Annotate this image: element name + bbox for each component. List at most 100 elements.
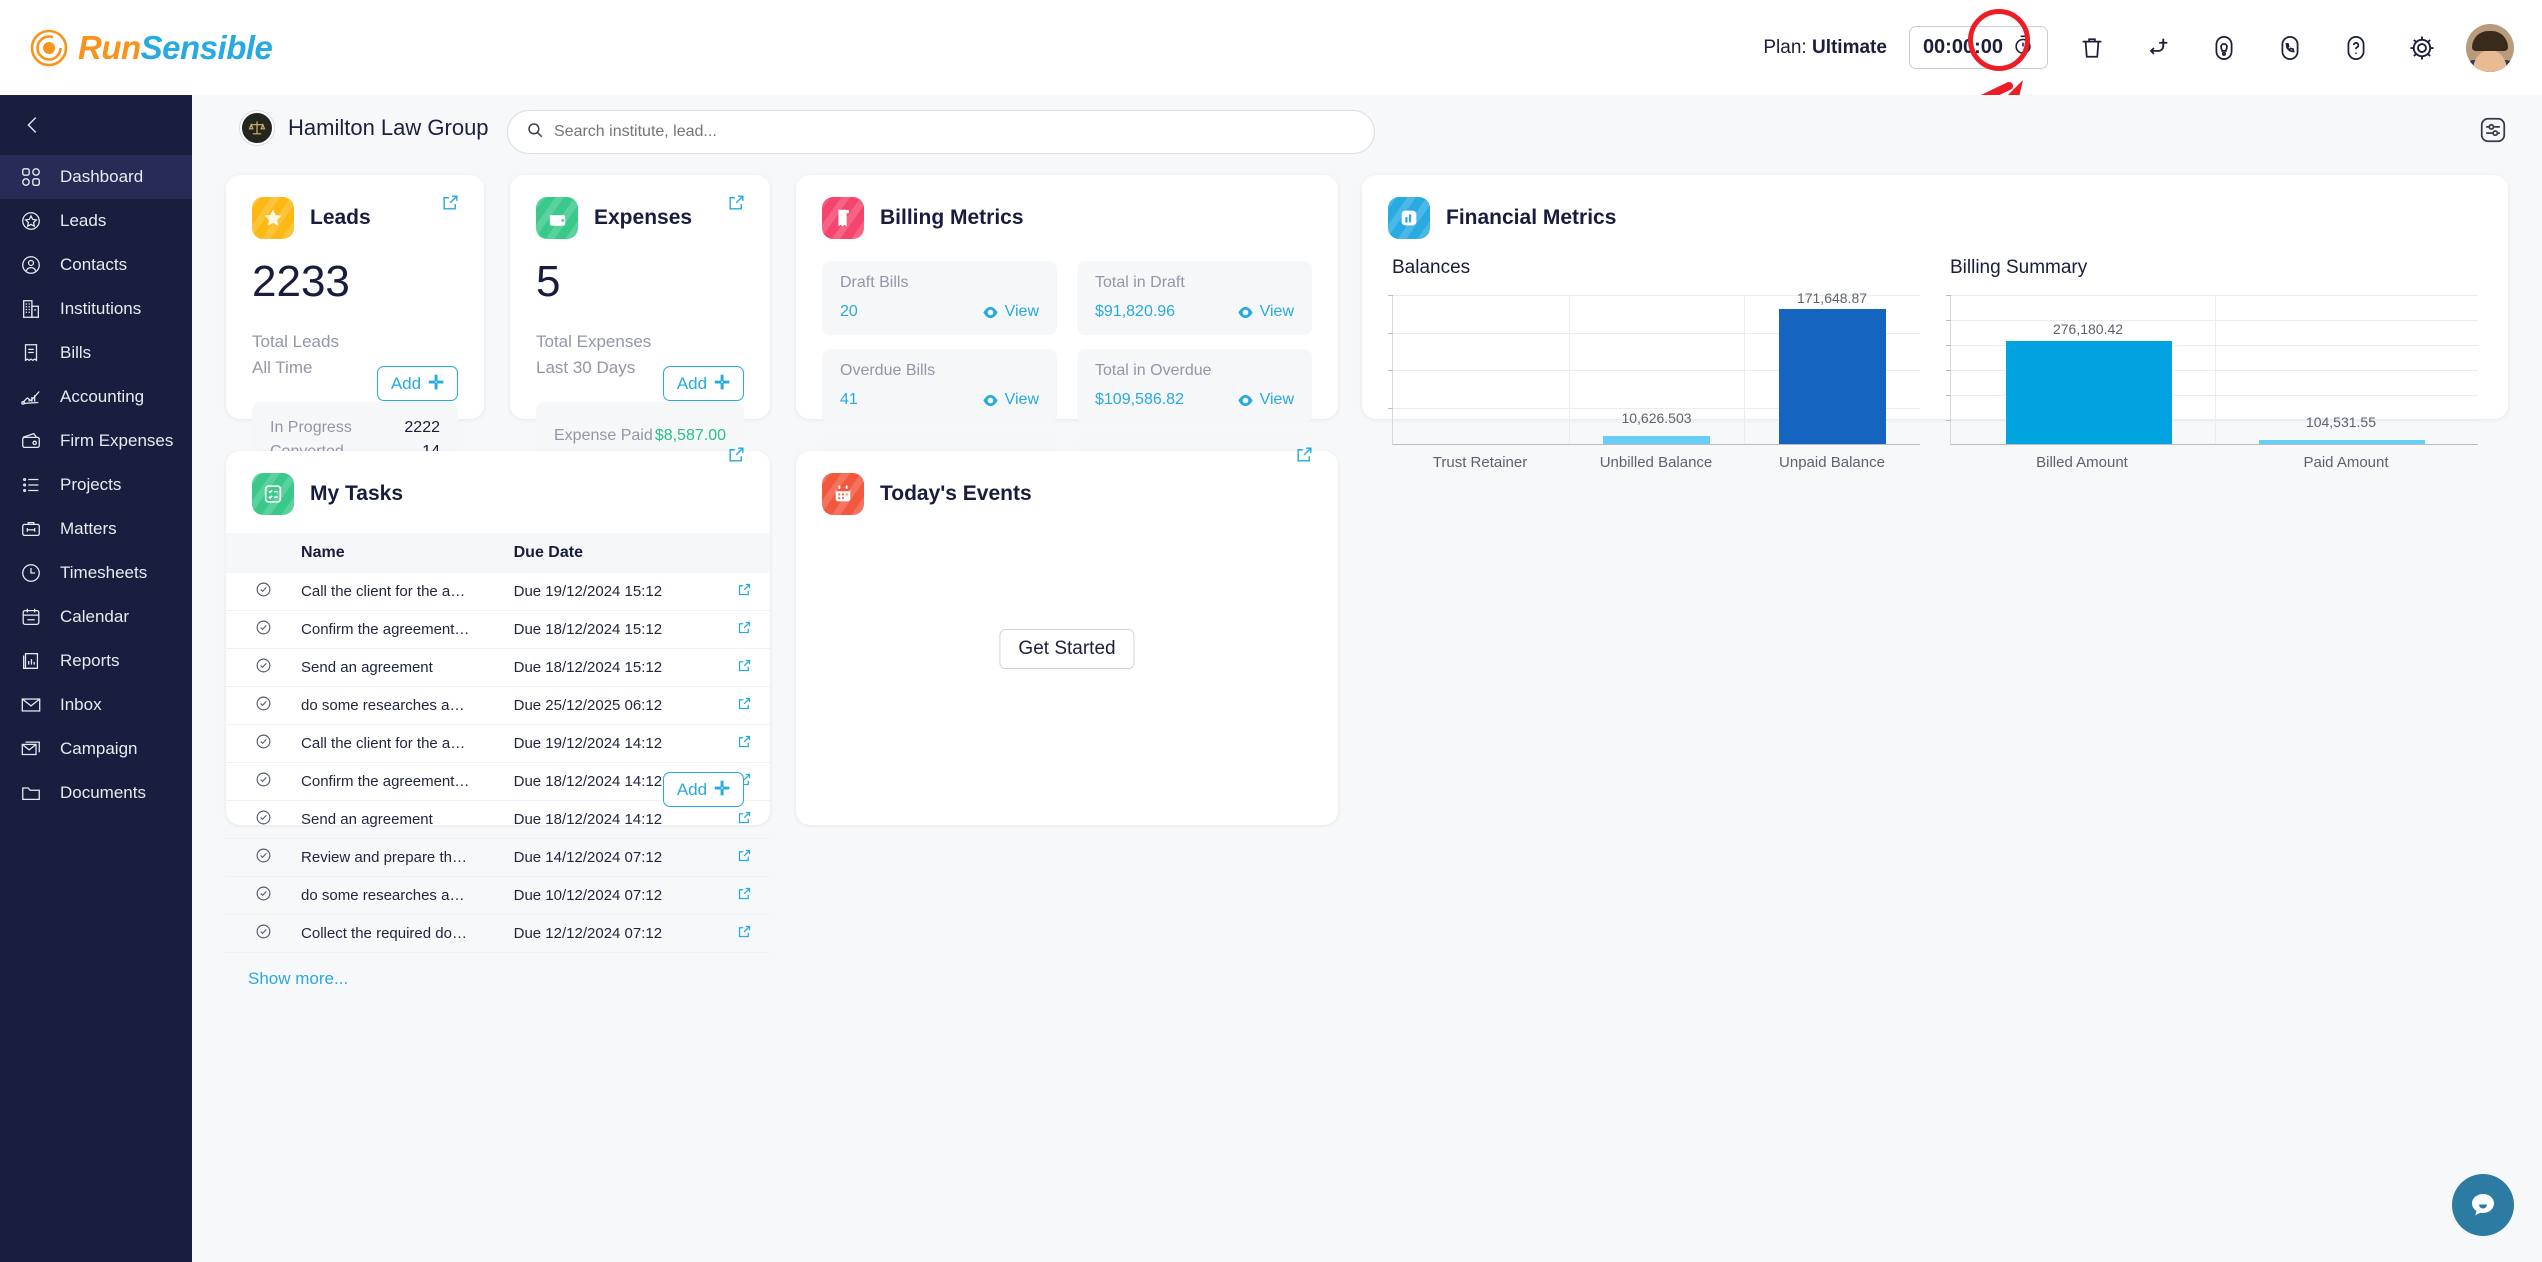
content-header: Hamilton Law Group xyxy=(192,95,2542,161)
plan-value: Ultimate xyxy=(1811,36,1887,58)
get-started-button[interactable]: Get Started xyxy=(999,629,1135,669)
chart-balances: Balances 10,626.503 171,648.87 Trust Ret… xyxy=(1388,257,1920,471)
sidebar-item-reports[interactable]: Reports xyxy=(0,639,192,683)
table-row[interactable]: Call the client for the a… Due 19/12/2024… xyxy=(226,573,770,611)
add-task-icon[interactable] xyxy=(2136,26,2180,70)
view-label: View xyxy=(1004,391,1039,408)
bar-paid-amount xyxy=(2259,440,2426,444)
phone-icon[interactable] xyxy=(2268,26,2312,70)
category-label: Trust Retainer xyxy=(1432,454,1528,471)
leads-subtitle-line2: All Time xyxy=(252,357,313,377)
sidebar-item-firm-expenses[interactable]: Firm Expenses xyxy=(0,419,192,463)
task-open-icon[interactable] xyxy=(719,686,770,725)
card-title: My Tasks xyxy=(310,482,403,505)
task-complete-checkbox[interactable] xyxy=(226,914,302,953)
sidebar-item-timesheets[interactable]: Timesheets xyxy=(0,551,192,595)
open-external-icon[interactable] xyxy=(441,193,460,217)
add-button-label: Add xyxy=(676,373,708,393)
task-open-icon[interactable] xyxy=(719,610,770,649)
table-row[interactable]: do some researches a… Due 25/12/2025 06:1… xyxy=(226,686,770,725)
avatar[interactable] xyxy=(2466,23,2514,72)
app-logo[interactable]: RunSensible xyxy=(30,28,273,67)
view-link[interactable]: View xyxy=(982,303,1039,321)
task-complete-checkbox[interactable] xyxy=(226,724,302,763)
task-complete-checkbox[interactable] xyxy=(226,648,302,687)
sidebar-item-label: Leads xyxy=(60,211,107,230)
open-external-icon[interactable] xyxy=(727,193,746,217)
task-complete-checkbox[interactable] xyxy=(226,573,302,611)
metric-value: 20 xyxy=(840,303,858,320)
sidebar-item-dashboard[interactable]: Dashboard xyxy=(0,155,192,199)
trash-icon[interactable] xyxy=(2070,26,2114,70)
task-open-icon[interactable] xyxy=(719,573,770,611)
add-lead-button[interactable]: Add ✛ xyxy=(376,366,458,401)
show-more-link[interactable]: Show more... xyxy=(248,969,348,989)
sidebar-item-inbox[interactable]: Inbox xyxy=(0,683,192,727)
task-open-icon[interactable] xyxy=(719,876,770,915)
card-todays-events: Today's Events Get Started xyxy=(796,447,1338,825)
folder-icon xyxy=(18,780,44,806)
table-row[interactable]: Confirm the agreement… Due 18/12/2024 15:… xyxy=(226,610,770,649)
metric-label: Draft Bills xyxy=(840,274,909,291)
search-bar[interactable] xyxy=(507,110,1375,154)
table-row[interactable]: Send an agreement Due 18/12/2024 15:12 xyxy=(226,648,770,687)
task-due-date: Due 10/12/2024 07:12 xyxy=(513,876,720,915)
sidebar-item-label: Inbox xyxy=(60,695,102,714)
receipt-icon xyxy=(18,340,44,366)
view-link[interactable]: View xyxy=(982,391,1039,409)
view-link[interactable]: View xyxy=(1237,391,1294,409)
table-header-row: Name Due Date xyxy=(226,533,770,573)
task-open-icon[interactable] xyxy=(719,648,770,687)
task-complete-checkbox[interactable] xyxy=(226,800,302,839)
expenses-subtitle-line2: Last 30 Days xyxy=(536,357,636,377)
metric-label: Total in Draft xyxy=(1095,274,1185,291)
chat-bubble-icon[interactable] xyxy=(2452,1174,2514,1236)
sidebar-item-leads[interactable]: Leads xyxy=(0,199,192,243)
runsensible-logo-icon xyxy=(30,29,68,67)
wallet-icon xyxy=(18,428,44,454)
sidebar-item-projects[interactable]: Projects xyxy=(0,463,192,507)
organization-name: Hamilton Law Group xyxy=(288,115,489,140)
plot-area: 10,626.503 171,648.87 xyxy=(1388,290,1920,445)
open-external-icon[interactable] xyxy=(727,445,746,469)
table-row[interactable]: Collect the required do… Due 12/12/2024 0… xyxy=(226,914,770,953)
task-open-icon[interactable] xyxy=(719,724,770,763)
notification-bell-icon[interactable] xyxy=(2202,26,2246,70)
sidebar-collapse-button[interactable] xyxy=(0,95,192,155)
timer-widget[interactable]: 00:00:00 xyxy=(1908,26,2048,69)
sidebar-item-institutions[interactable]: Institutions xyxy=(0,287,192,331)
sidebar-item-matters[interactable]: Matters xyxy=(0,507,192,551)
sidebar-item-campaign[interactable]: Campaign xyxy=(0,727,192,771)
add-task-button[interactable]: Add ✛ xyxy=(662,772,744,807)
view-link[interactable]: View xyxy=(1237,303,1294,321)
table-row[interactable]: do some researches a… Due 10/12/2024 07:1… xyxy=(226,876,770,915)
card-header: Financial Metrics xyxy=(1362,175,2508,239)
chart-title: Billing Summary xyxy=(1950,257,2088,278)
logo-text-sensible: Sensible xyxy=(140,28,273,66)
sidebar-item-bills[interactable]: Bills xyxy=(0,331,192,375)
help-icon[interactable] xyxy=(2334,26,2378,70)
task-complete-checkbox[interactable] xyxy=(226,686,302,725)
table-row[interactable]: Call the client for the a… Due 19/12/2024… xyxy=(226,724,770,763)
sidebar-item-calendar[interactable]: Calendar xyxy=(0,595,192,639)
search-input[interactable] xyxy=(554,123,1356,141)
task-complete-checkbox[interactable] xyxy=(226,876,302,915)
gear-icon[interactable] xyxy=(2400,26,2444,70)
table-row[interactable]: Review and prepare th… Due 14/12/2024 07:… xyxy=(226,838,770,877)
task-open-icon[interactable] xyxy=(719,914,770,953)
add-expense-button[interactable]: Add ✛ xyxy=(662,366,744,401)
task-complete-checkbox[interactable] xyxy=(226,762,302,801)
sidebar-item-label: Timesheets xyxy=(60,563,148,582)
sidebar-item-documents[interactable]: Documents xyxy=(0,771,192,815)
open-external-icon[interactable] xyxy=(1295,445,1314,469)
sidebar-item-accounting[interactable]: Accounting xyxy=(0,375,192,419)
card-title: Leads xyxy=(310,206,371,229)
sidebar-item-contacts[interactable]: Contacts xyxy=(0,243,192,287)
chart-pen-icon xyxy=(18,384,44,410)
building-icon xyxy=(18,296,44,322)
sliders-icon[interactable] xyxy=(2476,113,2510,147)
sidebar-item-label: Campaign xyxy=(60,739,138,758)
task-complete-checkbox[interactable] xyxy=(226,838,302,877)
task-open-icon[interactable] xyxy=(719,838,770,877)
task-complete-checkbox[interactable] xyxy=(226,610,302,649)
